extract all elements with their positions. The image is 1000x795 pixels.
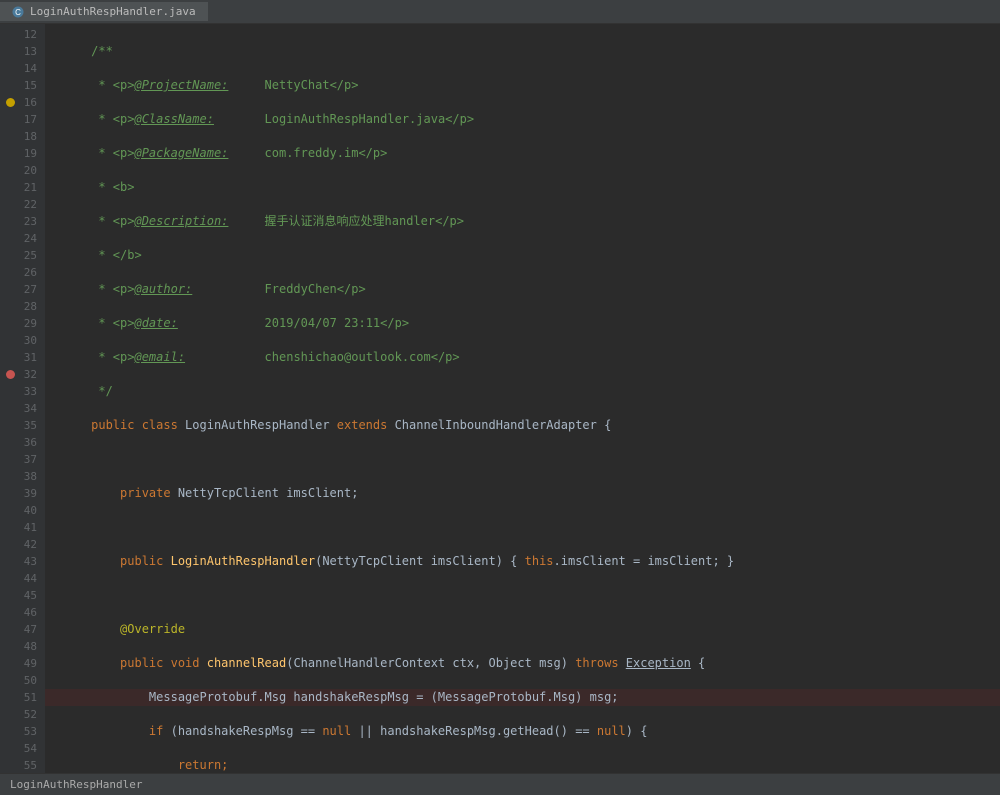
line-number[interactable]: 30	[0, 332, 45, 349]
tab-filename: LoginAuthRespHandler.java	[30, 5, 196, 18]
line-number[interactable]: 50	[0, 672, 45, 689]
editor-frame: C LoginAuthRespHandler.java 121314151617…	[0, 0, 1000, 795]
line-number[interactable]: 28	[0, 298, 45, 315]
line-number[interactable]: 22	[0, 196, 45, 213]
line-number[interactable]: 53	[0, 723, 45, 740]
warning-icon[interactable]	[6, 98, 15, 107]
line-number[interactable]: 23	[0, 213, 45, 230]
line-number[interactable]: 18	[0, 128, 45, 145]
line-number[interactable]: 35	[0, 417, 45, 434]
line-number[interactable]: 25	[0, 247, 45, 264]
line-number[interactable]: 44	[0, 570, 45, 587]
line-number[interactable]: 32	[0, 366, 45, 383]
line-number[interactable]: 19	[0, 145, 45, 162]
line-number[interactable]: 41	[0, 519, 45, 536]
line-number[interactable]: 16	[0, 94, 45, 111]
code-area[interactable]: /** * <p>@ProjectName: NettyChat</p> * <…	[45, 24, 1000, 773]
line-number[interactable]: 40	[0, 502, 45, 519]
line-number[interactable]: 42	[0, 536, 45, 553]
line-number[interactable]: 55	[0, 757, 45, 773]
line-number[interactable]: 45	[0, 587, 45, 604]
line-number[interactable]: 12	[0, 26, 45, 43]
line-number[interactable]: 51	[0, 689, 45, 706]
line-number[interactable]: 33	[0, 383, 45, 400]
line-number[interactable]: 43	[0, 553, 45, 570]
line-number[interactable]: 36	[0, 434, 45, 451]
breadcrumb-bar[interactable]: LoginAuthRespHandler	[0, 773, 1000, 795]
line-number[interactable]: 20	[0, 162, 45, 179]
line-number[interactable]: 31	[0, 349, 45, 366]
line-number[interactable]: 17	[0, 111, 45, 128]
breadcrumb-class[interactable]: LoginAuthRespHandler	[10, 778, 142, 791]
line-number[interactable]: 49	[0, 655, 45, 672]
line-number[interactable]: 13	[0, 43, 45, 60]
tab-bar: C LoginAuthRespHandler.java	[0, 0, 1000, 24]
line-number[interactable]: 37	[0, 451, 45, 468]
line-gutter[interactable]: 1213141516171819202122232425262728293031…	[0, 24, 45, 773]
breakpoint-icon[interactable]	[6, 370, 15, 379]
line-number[interactable]: 48	[0, 638, 45, 655]
line-number[interactable]: 24	[0, 230, 45, 247]
line-number[interactable]: 38	[0, 468, 45, 485]
line-number[interactable]: 29	[0, 315, 45, 332]
line-number[interactable]: 46	[0, 604, 45, 621]
line-number[interactable]: 21	[0, 179, 45, 196]
line-number[interactable]: 27	[0, 281, 45, 298]
line-number[interactable]: 26	[0, 264, 45, 281]
line-number[interactable]: 47	[0, 621, 45, 638]
editor-body: 1213141516171819202122232425262728293031…	[0, 24, 1000, 773]
line-number[interactable]: 54	[0, 740, 45, 757]
line-number[interactable]: 34	[0, 400, 45, 417]
line-number[interactable]: 52	[0, 706, 45, 723]
line-number[interactable]: 15	[0, 77, 45, 94]
line-number[interactable]: 14	[0, 60, 45, 77]
svg-text:C: C	[15, 8, 21, 17]
java-class-icon: C	[12, 6, 24, 18]
line-number[interactable]: 39	[0, 485, 45, 502]
file-tab[interactable]: C LoginAuthRespHandler.java	[0, 2, 208, 21]
